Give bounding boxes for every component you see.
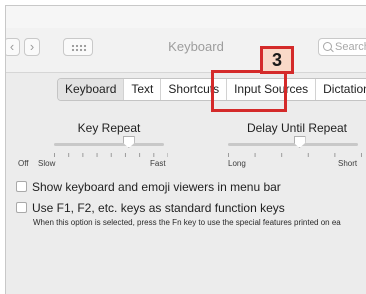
tab-dictation[interactable]: Dictation	[316, 79, 366, 100]
search-field[interactable]: Search	[318, 38, 366, 56]
chevron-left-icon: ‹	[9, 39, 15, 54]
search-icon	[323, 42, 332, 51]
title-bar	[6, 6, 366, 28]
show-viewers-label: Show keyboard and emoji viewers in menu …	[32, 180, 281, 194]
back-button[interactable]: ‹	[6, 38, 20, 56]
key-repeat-slider-knob[interactable]	[122, 136, 135, 148]
delay-long-label: Long	[228, 159, 246, 168]
fn-keys-option[interactable]: Use F1, F2, etc. keys as standard functi…	[16, 201, 285, 215]
delay-until-repeat-label: Delay Until Repeat	[246, 121, 348, 135]
key-repeat-slider[interactable]	[54, 143, 164, 146]
chevron-right-icon: ›	[29, 39, 35, 54]
tab-text[interactable]: Text	[124, 79, 162, 100]
tab-keyboard[interactable]: Keyboard	[58, 79, 125, 100]
window-title: Keyboard	[168, 39, 224, 54]
fn-keys-label: Use F1, F2, etc. keys as standard functi…	[32, 201, 285, 215]
input-sources-highlight	[211, 70, 287, 112]
delay-short-label: Short	[338, 159, 358, 168]
key-repeat-slow-label: Slow	[38, 159, 56, 168]
show-all-button[interactable]	[63, 38, 93, 56]
toolbar: ‹ › Keyboard Search	[6, 28, 366, 73]
preferences-window: ‹ › Keyboard Search Keyboard Text Shortc…	[5, 5, 366, 294]
forward-button[interactable]: ›	[24, 38, 40, 56]
delay-until-repeat-slider-knob[interactable]	[293, 136, 306, 148]
key-repeat-fast-label: Fast	[150, 159, 166, 168]
search-placeholder: Search	[335, 41, 366, 53]
key-repeat-label: Key Repeat	[77, 121, 141, 135]
show-viewers-checkbox[interactable]	[16, 181, 27, 192]
show-viewers-option[interactable]: Show keyboard and emoji viewers in menu …	[16, 180, 281, 194]
key-repeat-ticks	[54, 153, 168, 157]
delay-until-repeat-ticks	[228, 153, 362, 157]
grid-icon	[71, 44, 87, 52]
fn-keys-note: When this option is selected, press the …	[33, 218, 341, 227]
delay-until-repeat-slider[interactable]	[228, 143, 358, 146]
step-number-badge: 3	[260, 46, 294, 74]
fn-keys-checkbox[interactable]	[16, 202, 27, 213]
key-repeat-off-label: Off	[18, 159, 29, 168]
